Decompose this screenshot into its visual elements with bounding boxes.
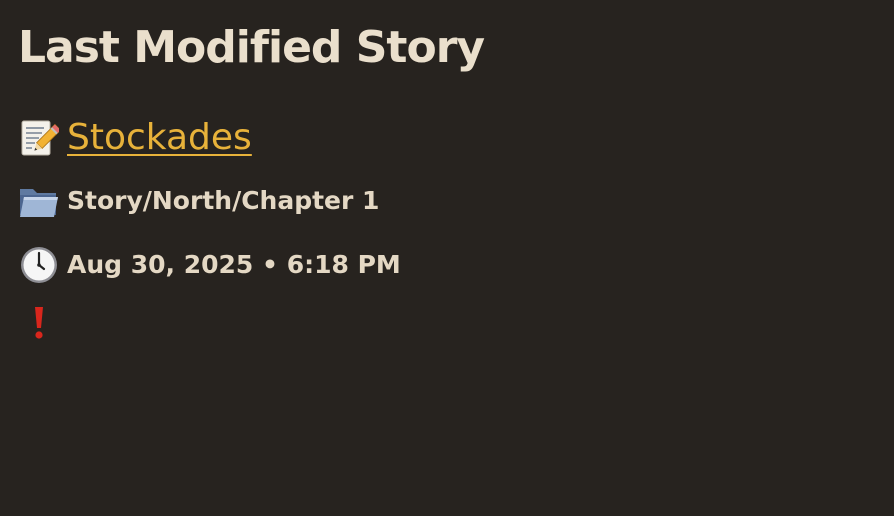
exclamation-icon: [18, 302, 60, 344]
clock-icon: [18, 244, 60, 286]
page-title: Last Modified Story: [18, 22, 485, 73]
story-title-link[interactable]: Stockades: [67, 116, 252, 160]
story-row: Stockades: [18, 116, 252, 160]
story-path: Story/North/Chapter 1: [67, 186, 380, 215]
last-modified-row: Aug 30, 2025 • 6:18 PM: [18, 244, 401, 286]
modified-timestamp: Aug 30, 2025 • 6:18 PM: [67, 250, 401, 279]
memo-pencil-icon: [18, 117, 60, 159]
last-modified-story-panel: Last Modified Story Stockades Story/Nort…: [0, 0, 894, 516]
status-row: [18, 302, 67, 344]
story-location-row: Story/North/Chapter 1: [18, 180, 379, 222]
folder-icon: [18, 180, 60, 222]
